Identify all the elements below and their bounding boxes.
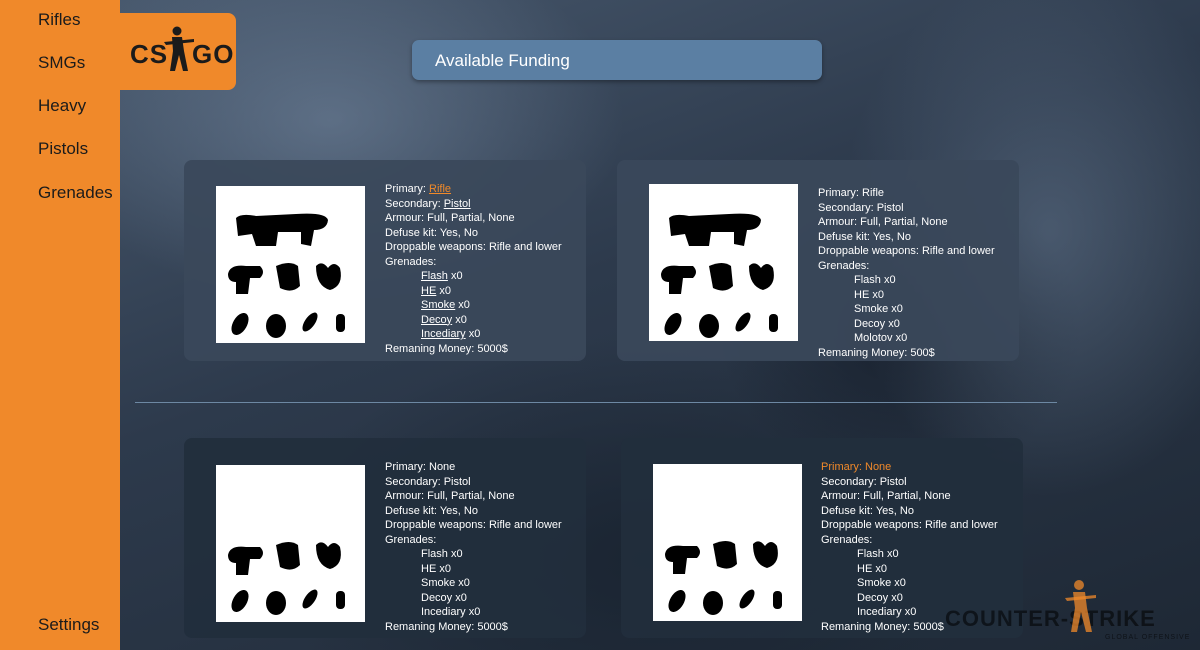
sidebar-item-heavy[interactable]: Heavy <box>38 96 86 116</box>
secondary-label: Secondary: <box>385 197 444 210</box>
grenade-incendiary-link[interactable]: Incediary <box>421 328 466 340</box>
grenades-label: Grenades: <box>821 533 873 546</box>
grenade-smoke-line: Smoke x0 <box>385 298 562 313</box>
primary-line: Primary: Rifle <box>818 187 885 199</box>
grenade-flash-line: Flash x0 <box>854 274 896 286</box>
remaining-money: Remaning Money: 5000$ <box>385 342 508 355</box>
droppable-weapons-line: Droppable weapons: Rifle and lower <box>385 241 562 253</box>
sidebar-item-rifles[interactable]: Rifles <box>38 10 81 30</box>
grenade-count: x0 <box>455 299 470 311</box>
grenade-smoke-line: Smoke x0 <box>854 303 903 315</box>
grenade-he-line: HE x0 <box>385 284 562 299</box>
armour-line: Armour: Full, Partial, None <box>385 490 515 502</box>
sidebar: Rifles SMGs Heavy Pistols Grenades Setti… <box>0 0 120 650</box>
grenade-smoke-link[interactable]: Smoke <box>421 299 455 311</box>
primary-label: Primary: <box>385 183 429 195</box>
available-funding-label: Available Funding <box>435 51 570 70</box>
grenades-label: Grenades: <box>818 259 870 272</box>
weapon-silhouettes-image <box>228 213 345 338</box>
sidebar-item-settings[interactable]: Settings <box>38 615 99 635</box>
secondary-line: Secondary: Pistol <box>821 475 907 488</box>
grenade-molotov-line: Molotov x0 <box>854 332 908 344</box>
logo-text-go: GO <box>192 39 235 69</box>
droppable-weapons-line: Droppable weapons: Rifle and lower <box>821 519 998 531</box>
grenade-decoy-link[interactable]: Decoy <box>421 314 452 326</box>
grenade-incendiary-line: Incediary x0 <box>385 327 562 342</box>
grenades-label: Grenades: <box>385 533 437 546</box>
grenade-incendiary-line: Incediary x0 <box>421 606 481 618</box>
grenades-label: Grenades: <box>385 255 437 268</box>
loadout-details: Primary: Rifle Secondary: Pistol Armour:… <box>385 182 562 356</box>
grenade-count: x0 <box>436 284 451 297</box>
grenade-flash-line: Flash x0 <box>857 548 899 560</box>
grenade-decoy-line: Decoy x0 <box>854 317 900 330</box>
soldier-icon <box>164 26 194 71</box>
csgo-logo[interactable]: CS GO <box>120 13 236 90</box>
watermark-title: COUNTER-STRIKE <box>945 606 1156 631</box>
secondary-line: Secondary: Pistol <box>385 475 471 488</box>
loadout-card-1[interactable]: Primary: Rifle Secondary: Pistol Armour:… <box>184 160 586 361</box>
defuse-kit-line: Defuse kit: Yes, No <box>385 226 478 239</box>
weapon-silhouettes-image <box>665 541 782 615</box>
watermark-subtitle: GLOBAL OFFENSIVE <box>1105 634 1191 641</box>
grenade-count: x0 <box>465 328 481 340</box>
primary-line: Primary: Rifle <box>385 182 562 197</box>
armour-line: Armour: Full, Partial, None <box>818 216 948 228</box>
primary-line: Primary: None <box>821 461 892 473</box>
loadout-image <box>649 184 798 341</box>
primary-weapon-link[interactable]: Rifle <box>429 183 451 195</box>
grenade-decoy-line: Decoy x0 <box>385 313 562 328</box>
secondary-weapon-link[interactable]: Pistol <box>444 198 471 210</box>
grenade-count: x0 <box>452 313 467 326</box>
loadout-card-2[interactable]: Primary: Rifle Secondary: Pistol Armour:… <box>617 160 1019 361</box>
sidebar-item-pistols[interactable]: Pistols <box>38 139 88 159</box>
loadout-details: Primary: None Secondary: Pistol Armour: … <box>385 460 562 634</box>
counter-strike-watermark: COUNTER-STRIKE GLOBAL OFFENSIVE <box>945 578 1200 650</box>
available-funding-bar[interactable]: Available Funding <box>412 40 822 80</box>
primary-line: Primary: None <box>385 461 456 473</box>
grenade-decoy-line: Decoy x0 <box>421 591 467 604</box>
armour-line: Armour: Full, Partial, None <box>385 212 515 224</box>
defuse-kit-line: Defuse kit: Yes, No <box>821 504 914 517</box>
grenade-he-line: HE x0 <box>854 288 884 301</box>
grenade-he-line: HE x0 <box>421 562 451 575</box>
secondary-line: Secondary: Pistol <box>818 201 904 214</box>
loadout-details: Primary: Rifle Secondary: Pistol Armour:… <box>818 186 995 360</box>
section-divider <box>135 402 1057 403</box>
loadout-card-3[interactable]: Primary: None Secondary: Pistol Armour: … <box>184 438 586 638</box>
grenade-he-link[interactable]: HE <box>421 285 436 297</box>
grenade-count: x0 <box>447 270 463 282</box>
droppable-weapons-line: Droppable weapons: Rifle and lower <box>385 519 562 531</box>
weapon-silhouettes-image <box>661 213 778 338</box>
weapon-silhouettes-image <box>228 542 345 615</box>
grenade-flash-link[interactable]: Flash <box>421 270 448 282</box>
loadout-image <box>216 465 365 622</box>
grenade-flash-line: Flash x0 <box>385 269 562 284</box>
droppable-weapons-line: Droppable weapons: Rifle and lower <box>818 245 995 257</box>
defuse-kit-line: Defuse kit: Yes, No <box>818 230 911 243</box>
remaining-money: Remaning Money: 5000$ <box>385 620 508 633</box>
remaining-money: Remaning Money: 500$ <box>818 346 935 359</box>
sidebar-item-grenades[interactable]: Grenades <box>38 183 113 203</box>
grenade-smoke-line: Smoke x0 <box>421 577 470 589</box>
armour-line: Armour: Full, Partial, None <box>821 490 951 502</box>
loadout-image <box>653 464 802 621</box>
secondary-line: Secondary: Pistol <box>385 197 562 212</box>
sidebar-item-smgs[interactable]: SMGs <box>38 53 85 73</box>
defuse-kit-line: Defuse kit: Yes, No <box>385 504 478 517</box>
grenade-flash-line: Flash x0 <box>421 548 463 560</box>
soldier-icon <box>1065 580 1096 632</box>
grenade-he-line: HE x0 <box>857 562 887 575</box>
loadout-image <box>216 186 365 343</box>
